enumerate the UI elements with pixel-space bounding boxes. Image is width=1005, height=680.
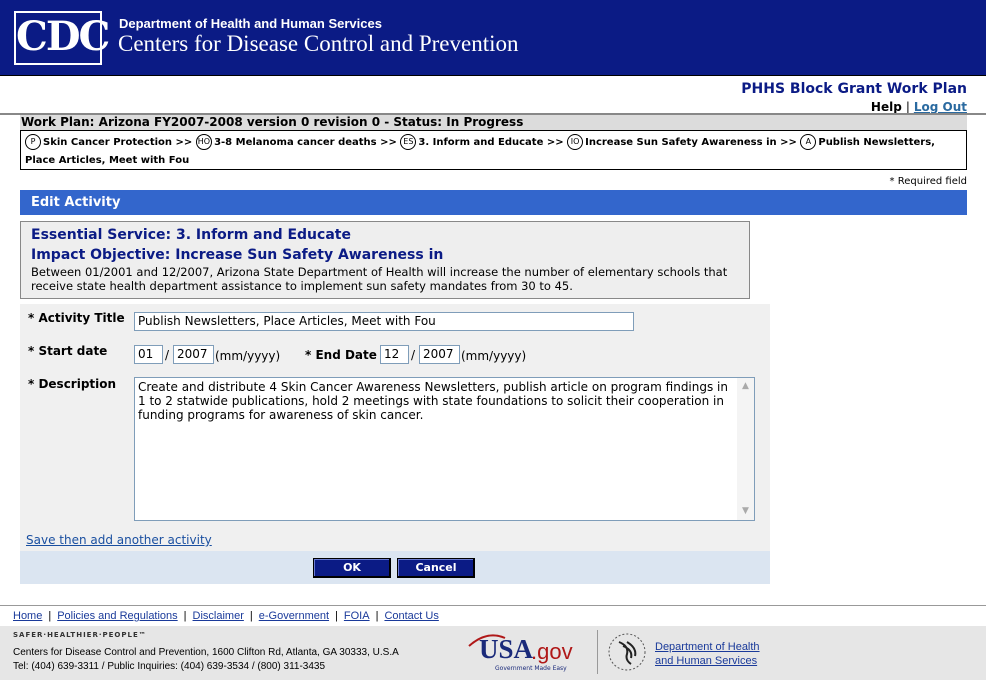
context-box: Essential Service: 3. Inform and Educate…: [20, 221, 750, 299]
breadcrumb-sep: >>: [546, 137, 564, 148]
hhs-eagle-icon[interactable]: [607, 632, 647, 672]
activity-title-input[interactable]: Publish Newsletters, Place Articles, Mee…: [134, 312, 634, 331]
date-slash: /: [411, 348, 416, 362]
breadcrumb-item-program[interactable]: Skin Cancer Protection: [43, 137, 172, 148]
breadcrumb-item-impact-objective[interactable]: Increase Sun Safety Awareness in: [585, 137, 777, 148]
breadcrumb-sep: >>: [780, 137, 797, 148]
footer-pipe: |: [375, 610, 379, 622]
cdc-logo[interactable]: CDC: [14, 11, 110, 65]
scroll-down-icon[interactable]: ▼: [739, 505, 752, 518]
essential-service-title: Essential Service: 3. Inform and Educate: [31, 227, 351, 243]
usagov-usa: USA: [479, 634, 534, 664]
hhs-link[interactable]: Department of Health and Human Services: [655, 640, 760, 668]
activity-title-label: * Activity Title: [28, 311, 125, 325]
cancel-button[interactable]: Cancel: [397, 558, 475, 578]
usagov-tagline: Government Made Easy: [495, 665, 567, 672]
help-separator: |: [905, 100, 910, 114]
hhs-link-line2: and Human Services: [655, 655, 758, 667]
tagline: SAFER·HEALTHIER·PEOPLE™: [13, 631, 147, 639]
footer-link-disclaimer[interactable]: Disclaimer: [193, 610, 244, 622]
department-name: Department of Health and Human Services: [119, 16, 382, 31]
footer-pipe: |: [335, 610, 338, 622]
badge-essential-service: ES: [400, 134, 417, 150]
footer-link-egov[interactable]: e-Government: [259, 610, 329, 622]
end-date-format: (mm/yyyy): [461, 349, 527, 363]
button-bar: OK Cancel: [20, 551, 770, 584]
workplan-status: Work Plan: Arizona FY2007-2008 version 0…: [20, 115, 967, 130]
description-textarea[interactable]: Create and distribute 4 Skin Cancer Awar…: [134, 377, 755, 521]
required-note: * Required field: [889, 176, 967, 187]
footer-pipe: |: [183, 610, 187, 622]
address-line: Centers for Disease Control and Preventi…: [13, 647, 399, 658]
usagov-logo[interactable]: USA .gov Government Made Easy: [465, 632, 590, 674]
textarea-scrollbar[interactable]: ▲ ▼: [737, 378, 754, 520]
footer-link-home[interactable]: Home: [13, 610, 42, 622]
help-logout-bar: Help | Log Out: [871, 100, 967, 114]
end-month-input[interactable]: 12: [380, 345, 409, 364]
footer-pipe: |: [249, 610, 253, 622]
contact-address: Centers for Disease Control and Preventi…: [13, 646, 399, 674]
footer-link-foia[interactable]: FOIA: [344, 610, 370, 622]
footer-link-policies[interactable]: Policies and Regulations: [57, 610, 177, 622]
save-add-another-link[interactable]: Save then add another activity: [26, 533, 212, 547]
breadcrumb-item-health-objective[interactable]: 3-8 Melanoma cancer deaths: [214, 137, 377, 148]
start-date-format: (mm/yyyy): [215, 349, 281, 363]
window-edge: [986, 0, 1005, 680]
section-title: Edit Activity: [20, 190, 967, 215]
logout-link[interactable]: Log Out: [914, 100, 967, 114]
breadcrumb-item-essential-service[interactable]: 3. Inform and Educate: [418, 137, 543, 148]
breadcrumb: P Skin Cancer Protection >> HO 3-8 Melanom…: [20, 130, 967, 170]
footer-pipe: |: [48, 610, 52, 622]
activity-form: * Activity Title Publish Newsletters, Pl…: [20, 304, 770, 551]
app-title: PHHS Block Grant Work Plan: [741, 81, 967, 97]
badge-health-objective: HO: [195, 134, 213, 150]
description-label: * Description: [28, 377, 117, 391]
breadcrumb-sep: >>: [175, 137, 193, 148]
start-year-input[interactable]: 2007: [173, 345, 214, 364]
badge-activity: A: [800, 134, 817, 150]
start-month-input[interactable]: 01: [134, 345, 163, 364]
impact-objective-title: Impact Objective: Increase Sun Safety Aw…: [31, 247, 444, 263]
badge-impact-objective: IO: [567, 134, 584, 150]
badge-program: P: [25, 134, 41, 150]
end-year-input[interactable]: 2007: [419, 345, 460, 364]
impact-objective-description: Between 01/2001 and 12/2007, Arizona Sta…: [31, 265, 728, 293]
ok-button[interactable]: OK: [313, 558, 391, 578]
start-date-label: * Start date: [28, 344, 108, 358]
description-text: Create and distribute 4 Skin Cancer Awar…: [138, 380, 728, 422]
footer: SAFER·HEALTHIER·PEOPLE™ Centers for Dise…: [0, 626, 986, 680]
site-header: CDC Department of Health and Human Servi…: [0, 0, 986, 76]
footer-separator: [597, 630, 598, 674]
help-link[interactable]: Help: [871, 100, 902, 114]
usagov-gov: .gov: [531, 639, 573, 664]
footer-link-contact[interactable]: Contact Us: [384, 610, 438, 622]
date-slash: /: [165, 348, 170, 362]
breadcrumb-sep: >>: [380, 137, 397, 148]
scroll-up-icon[interactable]: ▲: [739, 380, 752, 393]
footer-divider: [0, 605, 986, 606]
footer-nav: Home | Policies and Regulations | Disclaimer…: [13, 610, 439, 622]
hhs-link-line1: Department of Health: [655, 641, 760, 653]
phone-line: Tel: (404) 639-3311 / Public Inquiries: …: [13, 661, 326, 672]
agency-name: Centers for Disease Control and Preventi…: [118, 31, 519, 56]
end-date-label: * End Date: [305, 348, 377, 362]
